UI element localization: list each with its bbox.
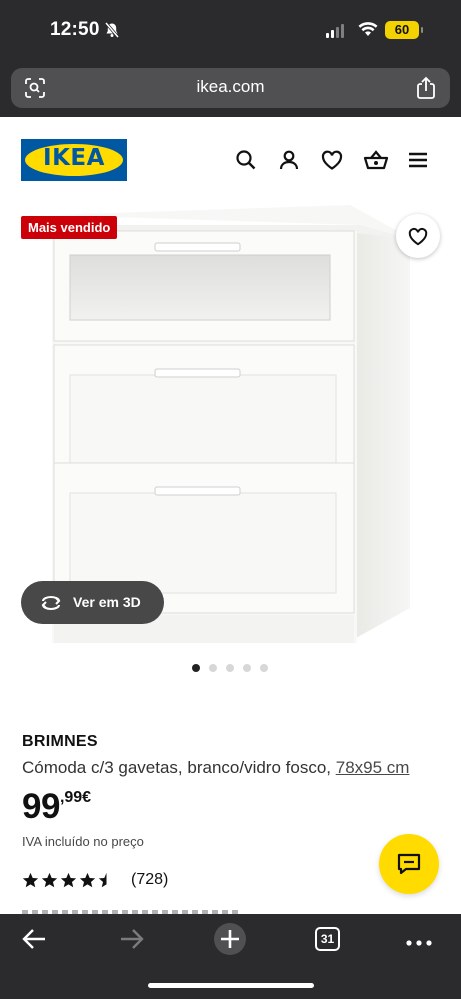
bell-slash-icon bbox=[104, 22, 120, 43]
address-bar[interactable]: ikea.com bbox=[11, 68, 450, 108]
logo-text: IKEA bbox=[43, 145, 105, 171]
chat-button[interactable] bbox=[379, 834, 439, 894]
more-icon[interactable] bbox=[405, 934, 433, 952]
share-icon[interactable] bbox=[416, 76, 436, 105]
price-integer: 99 bbox=[22, 787, 60, 826]
product-gallery[interactable]: Mais vendido Ver em 3D bbox=[0, 203, 461, 693]
star-full-icon bbox=[41, 872, 58, 887]
view-3d-button[interactable]: Ver em 3D bbox=[21, 581, 164, 624]
star-full-icon bbox=[22, 872, 39, 887]
menu-icon[interactable] bbox=[406, 148, 430, 172]
gallery-dot[interactable] bbox=[192, 664, 200, 672]
browser-chrome: 12:50 60 ikea.com bbox=[0, 0, 461, 117]
profile-icon[interactable] bbox=[277, 148, 301, 172]
battery-indicator: 60 bbox=[385, 21, 423, 39]
price-decimal: ,99€ bbox=[59, 789, 92, 806]
browser-toolbar: 31 bbox=[0, 914, 461, 999]
product-description: Cómoda c/3 gavetas, branco/vidro fosco, … bbox=[22, 758, 409, 778]
gallery-pagination[interactable] bbox=[192, 664, 268, 672]
home-indicator bbox=[148, 983, 314, 988]
new-tab-icon[interactable] bbox=[211, 922, 249, 961]
product-price: 99,99€ bbox=[22, 787, 91, 827]
product-rating[interactable]: (728) bbox=[22, 871, 168, 889]
product-size-link[interactable]: 78x95 cm bbox=[336, 758, 410, 777]
url-text[interactable]: ikea.com bbox=[11, 77, 450, 97]
heart-icon[interactable] bbox=[320, 148, 344, 172]
ikea-logo[interactable]: IKEA bbox=[21, 139, 127, 181]
rotate-3d-icon bbox=[41, 596, 61, 610]
review-count[interactable]: (728) bbox=[131, 871, 168, 889]
basket-icon[interactable] bbox=[363, 148, 389, 172]
star-full-icon bbox=[79, 872, 96, 887]
site-header: IKEA bbox=[0, 117, 461, 203]
gallery-dot[interactable] bbox=[260, 664, 268, 672]
view-3d-label: Ver em 3D bbox=[73, 594, 141, 610]
status-bar: 12:50 60 bbox=[0, 0, 461, 62]
wifi-icon bbox=[358, 21, 378, 42]
chat-icon bbox=[397, 853, 421, 875]
search-icon[interactable] bbox=[234, 148, 258, 172]
tabs-icon[interactable]: 31 bbox=[315, 927, 340, 951]
gallery-dot[interactable] bbox=[209, 664, 217, 672]
tax-note: IVA incluído no preço bbox=[22, 834, 144, 849]
bestseller-badge: Mais vendido bbox=[21, 216, 118, 239]
back-arrow-icon[interactable] bbox=[20, 926, 48, 957]
star-half-icon bbox=[98, 872, 107, 887]
add-to-favourites-button[interactable] bbox=[396, 214, 440, 258]
cell-signal-icon bbox=[326, 24, 344, 38]
star-full-icon bbox=[60, 872, 77, 887]
forward-arrow-icon[interactable] bbox=[118, 926, 146, 957]
gallery-dot[interactable] bbox=[226, 664, 234, 672]
product-name: BRIMNES bbox=[22, 733, 98, 750]
heart-icon bbox=[408, 227, 428, 246]
gallery-dot[interactable] bbox=[243, 664, 251, 672]
product-description-text: Cómoda c/3 gavetas, branco/vidro fosco, bbox=[22, 758, 331, 777]
status-time: 12:50 bbox=[50, 19, 100, 40]
